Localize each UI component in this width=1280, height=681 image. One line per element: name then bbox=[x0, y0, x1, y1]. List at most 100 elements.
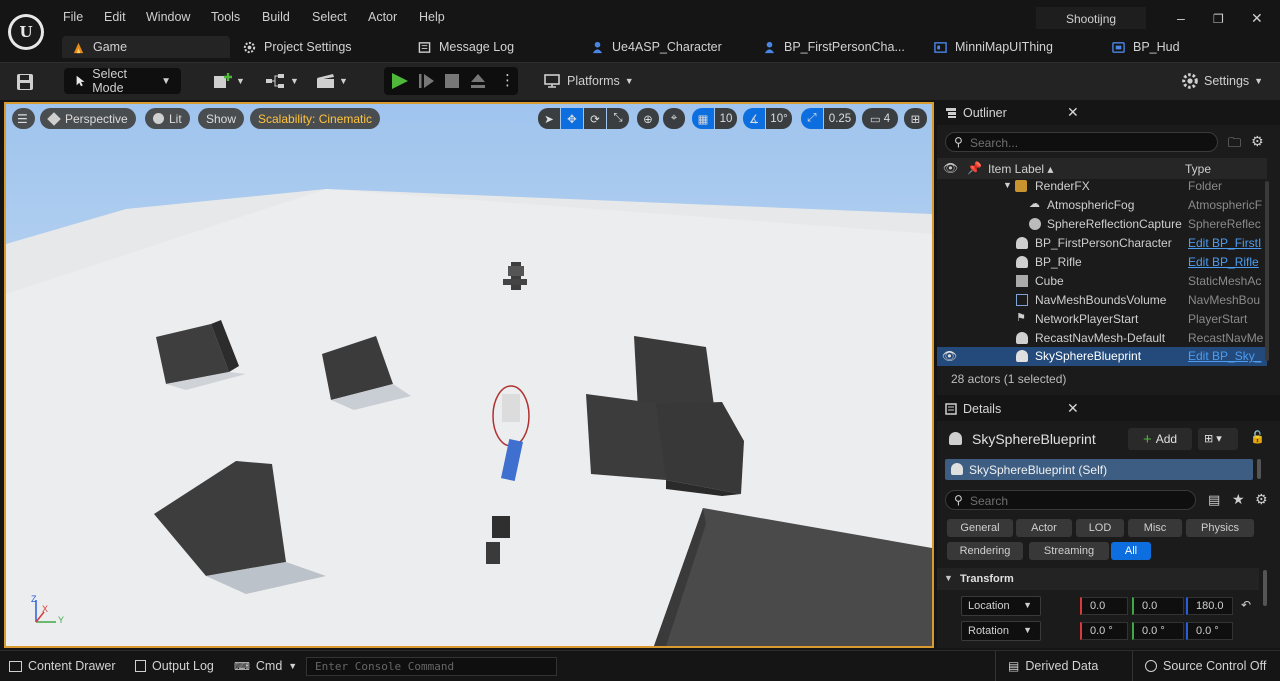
camera-speed-button[interactable]: ▭ 4 bbox=[862, 108, 898, 129]
world-space-icon[interactable]: ⊕ bbox=[637, 108, 659, 129]
tab-minnimapuithing[interactable]: MinniMapUIThing bbox=[934, 36, 1053, 58]
location-z-field[interactable]: 180.0 bbox=[1186, 597, 1233, 615]
outliner-row[interactable]: BP_FirstPersonCharacter Edit BP_FirstI bbox=[937, 234, 1267, 253]
rotation-y-field[interactable]: 0.0 ° bbox=[1132, 622, 1184, 640]
tab-game[interactable]: Game bbox=[62, 36, 230, 58]
rotation-z-field[interactable]: 0.0 ° bbox=[1186, 622, 1233, 640]
menu-window[interactable]: Window bbox=[146, 10, 190, 24]
row-type-link[interactable]: Edit BP_Rifle bbox=[1188, 255, 1263, 269]
scale-snap-value[interactable]: 0.25 bbox=[824, 108, 856, 129]
star-icon[interactable]: ★ bbox=[1232, 491, 1245, 508]
minimize-button[interactable]: – bbox=[1177, 10, 1185, 26]
menu-build[interactable]: Build bbox=[262, 10, 290, 24]
outliner-scrollbar[interactable] bbox=[1265, 181, 1269, 361]
eject-icon[interactable] bbox=[470, 73, 486, 89]
tab-message-log[interactable]: Message Log bbox=[418, 36, 514, 58]
rotation-snap-value[interactable]: 10° bbox=[766, 108, 792, 129]
stop-icon[interactable] bbox=[445, 74, 459, 88]
outliner-row[interactable]: ☁ AtmosphericFog AtmosphericF bbox=[937, 196, 1267, 215]
actor-name[interactable]: SkySphereBlueprint bbox=[972, 431, 1096, 447]
outliner-row[interactable]: NavMeshBoundsVolume NavMeshBou bbox=[937, 291, 1267, 310]
menu-select[interactable]: Select bbox=[312, 10, 347, 24]
location-x-field[interactable]: 0.0 bbox=[1080, 597, 1128, 615]
level-viewport[interactable]: ☰ Perspective Lit Show Scalability: Cine… bbox=[4, 102, 934, 648]
select-mode-dropdown[interactable]: Select Mode ▼ bbox=[64, 67, 181, 95]
menu-help[interactable]: Help bbox=[419, 10, 445, 24]
tab-bp-firstpersoncharacter[interactable]: BP_FirstPersonCha... bbox=[763, 36, 905, 58]
cinematics-button[interactable]: ▼ bbox=[316, 68, 348, 94]
content-drawer-button[interactable]: Content Drawer bbox=[9, 659, 116, 673]
menu-actor[interactable]: Actor bbox=[368, 10, 397, 24]
filter-actor[interactable]: Actor bbox=[1016, 519, 1072, 537]
outliner-row[interactable]: SphereReflectionCapture SphereReflec bbox=[937, 215, 1267, 234]
tab-ue4asp-character[interactable]: Ue4ASP_Character bbox=[591, 36, 722, 58]
table-view-icon[interactable]: ▤ bbox=[1208, 492, 1220, 508]
close-window-button[interactable]: ✕ bbox=[1251, 10, 1263, 27]
step-frame-icon[interactable] bbox=[418, 73, 436, 89]
reset-icon[interactable]: ↶ bbox=[1241, 598, 1251, 612]
filter-physics[interactable]: Physics bbox=[1186, 519, 1254, 537]
unreal-logo-icon[interactable]: U bbox=[8, 14, 44, 50]
close-icon[interactable]: ✕ bbox=[1067, 104, 1079, 121]
outliner-search-input[interactable]: ⚲ Search... bbox=[945, 132, 1218, 152]
surface-snap-icon[interactable]: ⌖ bbox=[663, 108, 685, 129]
filter-streaming[interactable]: Streaming bbox=[1029, 542, 1109, 560]
grid-snap-icon[interactable]: ▦ bbox=[692, 108, 714, 129]
outliner-row[interactable]: Cube StaticMeshAc bbox=[937, 272, 1267, 291]
settings-button[interactable]: Settings ▼ bbox=[1181, 68, 1263, 94]
gear-icon[interactable]: ⚙ bbox=[1255, 491, 1268, 508]
menu-file[interactable]: File bbox=[63, 10, 83, 24]
menu-edit[interactable]: Edit bbox=[104, 10, 126, 24]
filter-rendering[interactable]: Rendering bbox=[947, 542, 1023, 560]
blueprints-button[interactable]: ▼ bbox=[265, 68, 299, 94]
component-tree-item[interactable]: SkySphereBlueprint (Self) bbox=[945, 459, 1253, 480]
row-type-link[interactable]: Edit BP_FirstI bbox=[1188, 236, 1263, 250]
outliner-row[interactable]: RecastNavMesh-Default RecastNavMe bbox=[937, 329, 1267, 348]
tab-project-settings[interactable]: Project Settings bbox=[243, 36, 352, 58]
item-label-column[interactable]: Item Label ▴ bbox=[988, 162, 1053, 176]
tab-bp-hud[interactable]: BP_Hud bbox=[1112, 36, 1180, 58]
select-tool-icon[interactable]: ➤ bbox=[538, 108, 560, 129]
show-button[interactable]: Show bbox=[198, 108, 245, 129]
filter-all[interactable]: All bbox=[1111, 542, 1151, 560]
scale-snap-icon[interactable]: ⤢ bbox=[801, 108, 823, 129]
gear-icon[interactable]: ⚙ bbox=[1251, 133, 1264, 150]
blueprint-options-button[interactable]: ⊞ ▾ bbox=[1198, 428, 1238, 450]
save-icon[interactable] bbox=[16, 73, 34, 91]
menu-tools[interactable]: Tools bbox=[211, 10, 240, 24]
location-y-field[interactable]: 0.0 bbox=[1132, 597, 1184, 615]
output-log-button[interactable]: Output Log bbox=[135, 659, 214, 673]
component-scrollbar[interactable] bbox=[1257, 459, 1261, 479]
scalability-button[interactable]: Scalability: Cinematic bbox=[250, 108, 381, 129]
layout-maximize-icon[interactable]: ⊞ bbox=[904, 108, 927, 129]
location-mode-dropdown[interactable]: Location ▼ bbox=[961, 596, 1041, 616]
view-mode-button[interactable]: Lit bbox=[145, 108, 190, 129]
row-type-link[interactable]: Edit BP_Sky_ bbox=[1188, 349, 1263, 363]
details-scrollbar[interactable] bbox=[1263, 570, 1267, 606]
pin-column-icon[interactable]: 📌 bbox=[967, 161, 982, 175]
details-search-input[interactable]: ⚲ Search bbox=[945, 490, 1196, 510]
rotate-tool-icon[interactable]: ⟳ bbox=[584, 108, 606, 129]
transform-section-header[interactable]: ▼ Transform bbox=[937, 568, 1259, 590]
add-component-button[interactable]: + Add bbox=[1128, 428, 1192, 450]
visibility-column-icon[interactable]: 👁 bbox=[943, 161, 958, 175]
rotation-mode-dropdown[interactable]: Rotation ▼ bbox=[961, 621, 1041, 641]
rotation-snap-icon[interactable]: ∡ bbox=[743, 108, 765, 129]
viewport-menu-button[interactable]: ☰ bbox=[12, 108, 35, 129]
grid-size-value[interactable]: 10 bbox=[715, 108, 737, 129]
outliner-row[interactable]: ▼ RenderFX Folder bbox=[937, 177, 1267, 196]
add-actor-button[interactable]: ▼ bbox=[213, 68, 245, 94]
cmd-dropdown[interactable]: ⌨ Cmd ▼ bbox=[234, 659, 297, 673]
filter-misc[interactable]: Misc bbox=[1128, 519, 1182, 537]
outliner-row[interactable]: BP_Rifle Edit BP_Rifle bbox=[937, 253, 1267, 272]
type-column[interactable]: Type bbox=[1185, 162, 1211, 176]
expand-arrow-icon[interactable]: ▼ bbox=[1003, 180, 1012, 190]
play-icon[interactable] bbox=[390, 72, 410, 90]
source-control-button[interactable]: Source Control Off bbox=[1145, 659, 1266, 673]
filter-lod[interactable]: LOD bbox=[1076, 519, 1124, 537]
maximize-button[interactable]: ❐ bbox=[1213, 12, 1224, 26]
rotation-x-field[interactable]: 0.0 ° bbox=[1080, 622, 1128, 640]
close-icon[interactable]: ✕ bbox=[1067, 400, 1079, 417]
more-options-icon[interactable]: ⋮ bbox=[500, 71, 515, 89]
scale-tool-icon[interactable]: ⤡ bbox=[607, 108, 629, 129]
